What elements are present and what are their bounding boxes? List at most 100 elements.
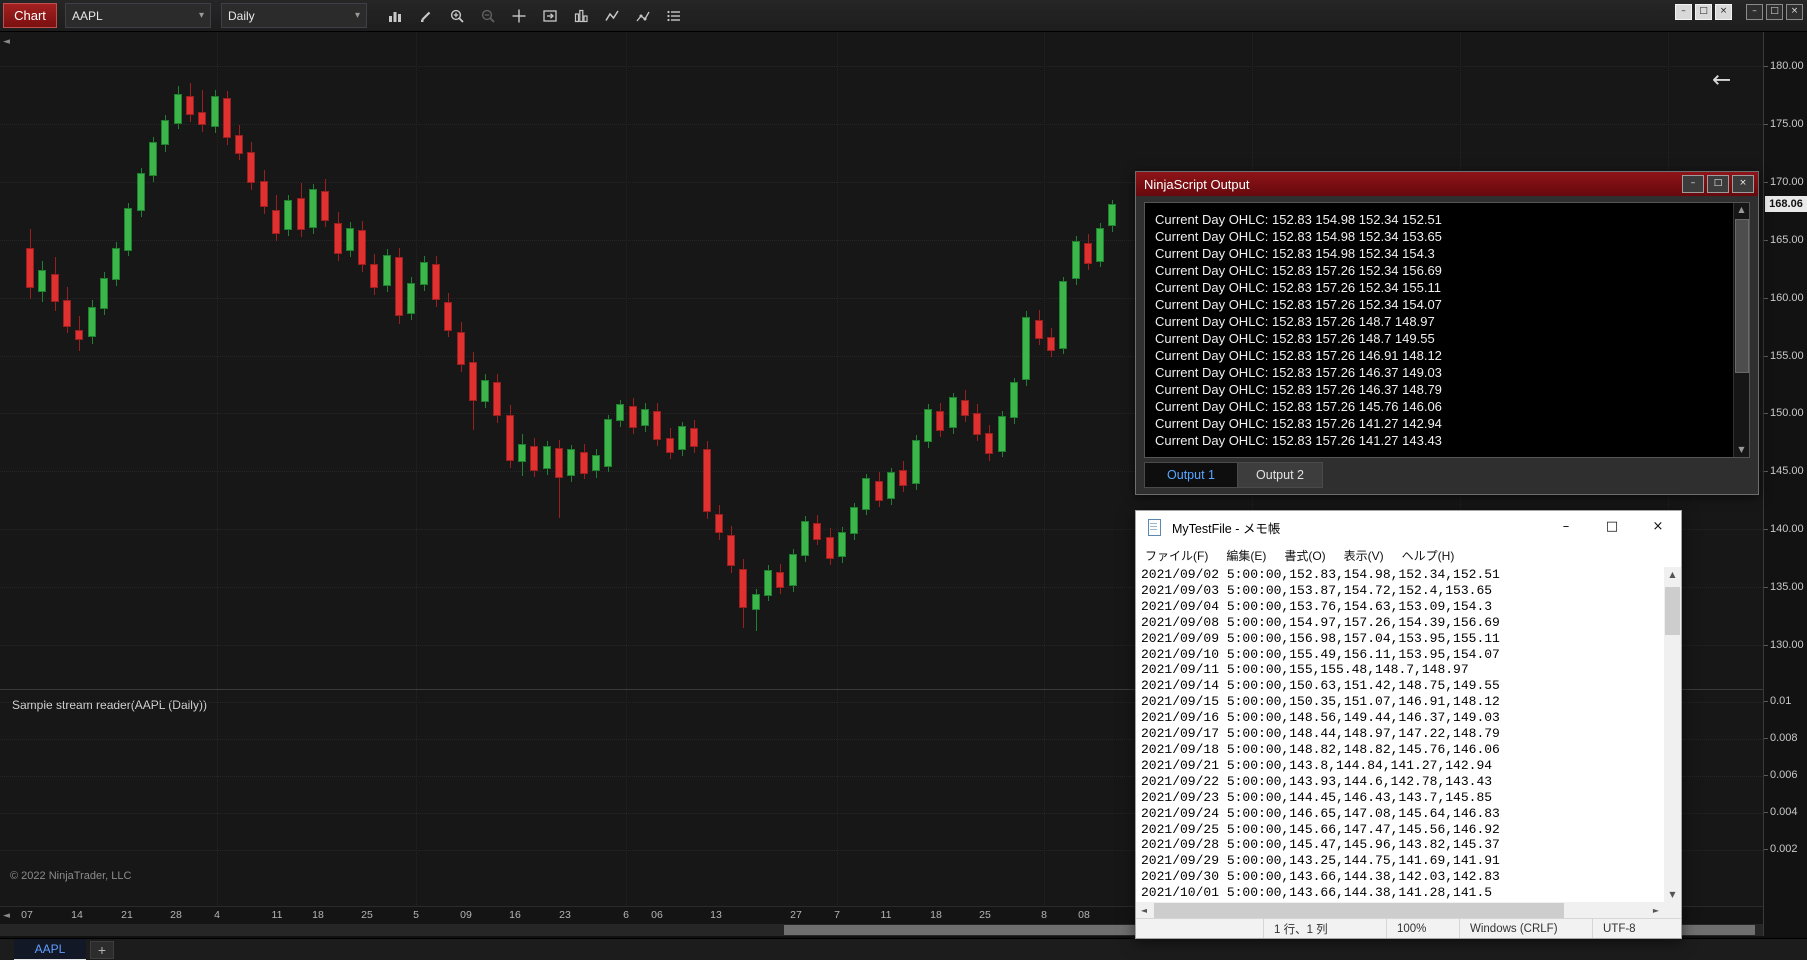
scroll-up-icon[interactable]: ▲: [1734, 203, 1749, 217]
time-axis-label: 7: [834, 909, 840, 921]
axis-tick: [1764, 123, 1768, 125]
tab-output-2[interactable]: Output 2: [1238, 462, 1323, 488]
candle-body: [296, 198, 305, 231]
notepad-line: 2021/09/22 5:00:00,143.93,144.6,142.78,1…: [1141, 773, 1493, 789]
notepad-line: 2021/10/01 5:00:00,143.66,144.38,141.28,…: [1141, 885, 1493, 901]
notepad-minimize-button[interactable]: –: [1543, 511, 1589, 543]
output-line: Current Day OHLC: 152.83 157.26 152.34 1…: [1155, 280, 1441, 295]
output-line: Current Day OHLC: 152.83 157.26 152.34 1…: [1155, 263, 1442, 278]
axis-tick: [1764, 812, 1768, 813]
data-series-icon[interactable]: [567, 3, 594, 28]
output-close-button[interactable]: ×: [1732, 175, 1754, 193]
scroll-left-icon[interactable]: ◄: [1138, 906, 1150, 915]
indicator-axis-label: 0.002: [1770, 843, 1798, 855]
time-axis-label: 6: [623, 909, 629, 921]
scroll-right-icon[interactable]: ►: [1650, 906, 1662, 915]
candle-body: [591, 455, 600, 472]
indicators-icon[interactable]: [598, 3, 625, 28]
notepad-text-area[interactable]: 2021/09/02 5:00:00,152.83,154.98,152.34,…: [1136, 567, 1664, 902]
menu-format[interactable]: 書式(O): [1275, 547, 1334, 564]
time-axis-label: 06: [651, 909, 663, 921]
candle-body: [407, 282, 416, 314]
chart-trader-icon[interactable]: [536, 3, 563, 28]
candle-body: [923, 408, 932, 443]
instrument-selector[interactable]: AAPL ▾: [65, 3, 211, 28]
back-arrow-icon[interactable]: ←: [1712, 67, 1731, 93]
scroll-up-icon[interactable]: ▲: [1664, 570, 1681, 579]
notepad-line: 2021/09/18 5:00:00,148.82,148.82,145.76,…: [1141, 741, 1500, 757]
notepad-h-scrollbar[interactable]: ◄ ►: [1136, 902, 1664, 919]
candle-body: [825, 537, 834, 560]
scroll-down-icon[interactable]: ▼: [1664, 890, 1681, 899]
toolbar-icons: [381, 3, 687, 28]
app-close-button[interactable]: ×: [1786, 4, 1803, 20]
candle-body: [1034, 319, 1043, 340]
tab-output-1[interactable]: Output 1: [1144, 462, 1238, 488]
output-title-bar[interactable]: NinjaScript Output – □ ×: [1136, 172, 1758, 196]
app-minimize-button[interactable]: –: [1746, 4, 1763, 20]
time-axis-label: 18: [930, 909, 942, 921]
menu-file[interactable]: ファイル(F): [1136, 547, 1217, 564]
menu-edit[interactable]: 編集(E): [1217, 547, 1275, 564]
candle-body: [628, 406, 637, 429]
output-log-area[interactable]: Current Day OHLC: 152.83 154.98 152.34 1…: [1144, 202, 1750, 458]
time-axis-label: 25: [361, 909, 373, 921]
axis-tick: [1764, 297, 1768, 299]
notepad-maximize-button[interactable]: □: [1589, 511, 1635, 543]
notepad-close-button[interactable]: ×: [1635, 511, 1681, 543]
output-line: Current Day OHLC: 152.83 157.26 148.7 14…: [1155, 331, 1435, 346]
output-scrollbar-thumb[interactable]: [1735, 219, 1749, 373]
price-axis[interactable]: 180.00 175.00 170.00 165.00 160.00 155.00 150.…: [1763, 31, 1807, 936]
candle-body: [87, 306, 96, 337]
zoom-out-icon[interactable]: [474, 3, 501, 28]
candle-body: [1071, 240, 1080, 280]
notepad-line: 2021/09/23 5:00:00,144.45,146.43,143.7,1…: [1141, 789, 1493, 805]
menu-help[interactable]: ヘルプ(H): [1393, 547, 1464, 564]
candle-body: [26, 247, 34, 289]
zoom-in-icon[interactable]: [443, 3, 470, 28]
output-line: Current Day OHLC: 152.83 154.98 152.34 1…: [1155, 246, 1435, 261]
axis-tick: [1764, 849, 1768, 850]
strategies-icon[interactable]: [629, 3, 656, 28]
v-gridline: [1044, 31, 1045, 689]
notepad-title-bar[interactable]: MyTestFile - メモ帳 – □ ×: [1136, 511, 1681, 543]
chart-menu-button[interactable]: Chart: [3, 3, 57, 28]
crosshair-icon[interactable]: [505, 3, 532, 28]
chart-tab-bar: AAPL +: [0, 938, 1807, 960]
properties-icon[interactable]: [660, 3, 687, 28]
scroll-left-icon[interactable]: ◄: [3, 911, 10, 921]
candle-body: [370, 264, 379, 289]
app-maximize-button[interactable]: □: [1766, 4, 1783, 20]
output-v-scrollbar[interactable]: ▲ ▼: [1733, 203, 1749, 457]
candle-body: [899, 470, 908, 487]
notepad-h-scrollbar-thumb[interactable]: [1154, 903, 1564, 918]
period-selector[interactable]: Daily ▾: [221, 3, 367, 28]
chart-style-icon[interactable]: [381, 3, 408, 28]
notepad-v-scrollbar[interactable]: ▲ ▼: [1664, 567, 1681, 902]
notepad-v-scrollbar-thumb[interactable]: [1665, 587, 1680, 635]
period-value: Daily: [228, 8, 255, 23]
candle-body: [112, 247, 121, 281]
window-minimize-button[interactable]: –: [1675, 4, 1692, 20]
window-close-button[interactable]: ×: [1715, 4, 1732, 20]
add-tab-button[interactable]: +: [90, 941, 114, 959]
candle-body: [222, 98, 231, 138]
scroll-left-icon[interactable]: ◄: [3, 37, 10, 47]
candle-body: [800, 521, 809, 556]
drawing-tools-icon[interactable]: [412, 3, 439, 28]
candle-body: [1096, 228, 1105, 262]
candle-body: [690, 428, 699, 447]
status-encoding: UTF-8: [1592, 919, 1681, 938]
candle-body: [714, 514, 723, 533]
menu-view[interactable]: 表示(V): [1335, 547, 1393, 564]
output-restore-button[interactable]: □: [1707, 175, 1729, 193]
v-gridline: [1044, 690, 1045, 907]
candle-body: [554, 448, 563, 479]
output-minimize-button[interactable]: –: [1682, 175, 1704, 193]
axis-tick: [1764, 66, 1768, 67]
scroll-down-icon[interactable]: ▼: [1734, 443, 1749, 457]
time-axis-label: 25: [979, 909, 991, 921]
tab-aapl[interactable]: AAPL: [14, 939, 86, 960]
window-maximize-button[interactable]: □: [1695, 4, 1712, 20]
notepad-line: 2021/09/10 5:00:00,155.49,156.11,153.95,…: [1141, 646, 1500, 662]
